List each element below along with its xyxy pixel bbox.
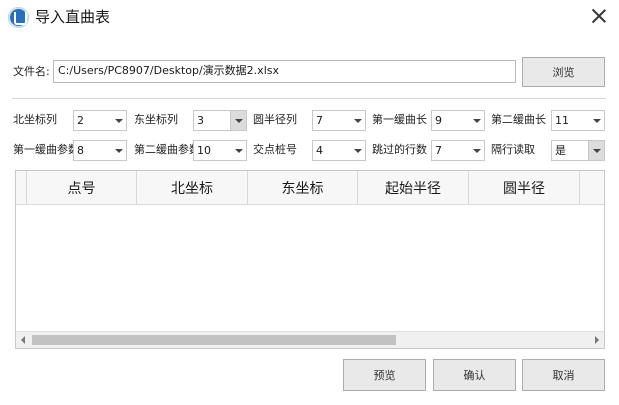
east-coord-col-select[interactable]: 3 (193, 110, 247, 131)
window-title: 导入直曲表 (35, 8, 111, 26)
column-header[interactable]: 起始半径 (358, 171, 469, 205)
chevron-down-icon (111, 141, 126, 160)
second-spiral-length-select[interactable]: 11 (551, 110, 605, 131)
scrollbar-thumb[interactable] (32, 335, 396, 345)
chevron-down-icon (469, 111, 484, 130)
second-spiral-length-label: 第二缓曲长 (491, 113, 546, 126)
radius-col-label: 圆半径列 (253, 113, 297, 126)
alternate-row-read-value: 是 (555, 144, 566, 157)
chevron-down-icon (469, 141, 484, 160)
cancel-button[interactable]: 取消 (522, 359, 605, 391)
column-header[interactable]: 北坐标 (137, 171, 248, 205)
first-spiral-param-label: 第一缓曲参数 (13, 143, 79, 156)
north-coord-col-select[interactable]: 2 (73, 110, 127, 131)
scroll-left-icon[interactable] (21, 336, 25, 344)
file-name-label: 文件名: (13, 65, 50, 78)
column-header[interactable]: 东坐标 (248, 171, 358, 205)
first-spiral-length-select[interactable]: 9 (431, 110, 485, 131)
app-logo-icon (8, 7, 29, 28)
first-spiral-param-select[interactable]: 8 (73, 140, 127, 161)
north-coord-col-label: 北坐标列 (13, 113, 57, 126)
alternate-row-read-select[interactable]: 是 (551, 140, 605, 161)
second-spiral-param-select[interactable]: 10 (193, 140, 247, 161)
preview-button[interactable]: 预览 (343, 359, 426, 391)
east-coord-col-label: 东坐标列 (134, 113, 178, 126)
north-coord-col-value: 2 (77, 114, 84, 127)
chevron-down-icon (230, 111, 246, 130)
intersection-station-select[interactable]: 4 (312, 140, 366, 161)
confirm-button[interactable]: 确认 (433, 359, 516, 391)
second-spiral-length-value: 11 (555, 114, 569, 127)
second-spiral-param-value: 10 (197, 144, 211, 157)
chevron-down-icon (231, 141, 246, 160)
chevron-down-icon (350, 141, 365, 160)
close-icon[interactable] (587, 4, 611, 28)
browse-button[interactable]: 浏览 (522, 57, 605, 87)
first-spiral-length-value: 9 (435, 114, 442, 127)
data-grid[interactable]: 点号 北坐标 东坐标 起始半径 圆半径 终 (15, 170, 605, 349)
chevron-down-icon (111, 111, 126, 130)
first-spiral-length-label: 第一缓曲长 (372, 113, 427, 126)
radius-col-value: 7 (316, 114, 323, 127)
east-coord-col-value: 3 (197, 114, 204, 127)
skip-rows-select[interactable]: 7 (431, 140, 485, 161)
file-path-input[interactable]: C:/Users/PC8907/Desktop/演示数据2.xlsx (53, 60, 516, 83)
column-header[interactable]: 点号 (27, 171, 137, 205)
intersection-station-label: 交点桩号 (253, 143, 297, 156)
column-header[interactable]: 圆半径 (469, 171, 580, 205)
horizontal-scrollbar[interactable] (16, 331, 604, 348)
first-spiral-param-value: 8 (77, 144, 84, 157)
skip-rows-label: 跳过的行数 (372, 143, 427, 156)
column-header[interactable]: 终 (580, 171, 604, 205)
skip-rows-value: 7 (435, 144, 442, 157)
chevron-down-icon (589, 111, 604, 130)
chevron-down-icon (350, 111, 365, 130)
radius-col-select[interactable]: 7 (312, 110, 366, 131)
grid-header: 点号 北坐标 东坐标 起始半径 圆半径 终 (16, 171, 604, 205)
divider (12, 98, 606, 99)
alternate-row-read-label: 隔行读取 (491, 143, 535, 156)
scroll-right-icon[interactable] (595, 336, 599, 344)
second-spiral-param-label: 第二缓曲参数 (134, 143, 200, 156)
intersection-station-value: 4 (316, 144, 323, 157)
chevron-down-icon (588, 141, 604, 160)
row-header-corner (16, 171, 27, 205)
